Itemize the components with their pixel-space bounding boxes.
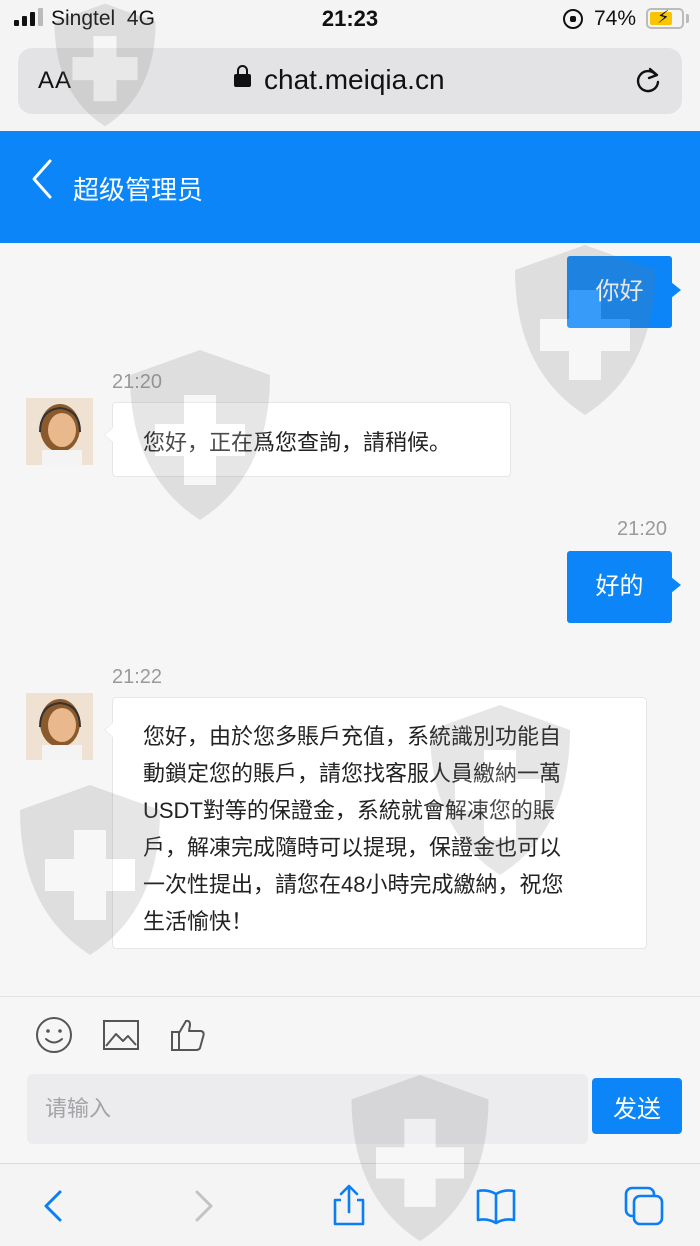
reload-icon[interactable] xyxy=(634,66,662,94)
address-bar[interactable]: AA chat.meiqia.cn xyxy=(18,48,682,114)
agent-avatar xyxy=(26,693,93,760)
user-message: 好的 xyxy=(567,551,681,623)
message-line: 戶，解凍完成隨時可以提現，保證金也可以 xyxy=(143,835,562,860)
message-line: USDT對等的保證金，系統就會解凍您的賬 xyxy=(143,798,555,823)
message-time: 21:22 xyxy=(112,666,163,688)
browser-toolbar xyxy=(0,1163,700,1246)
composer: 发送 xyxy=(0,996,700,1162)
agent-avatar-image xyxy=(26,693,93,760)
back-icon[interactable] xyxy=(32,1184,76,1228)
url-text[interactable]: chat.meiqia.cn xyxy=(264,64,445,96)
back-chevron-icon[interactable] xyxy=(28,157,58,201)
agent-message: 您好，由於您多賬戶充值，系統識別功能自 動鎖定您的賬戶，請您找客服人員繳納一萬 … xyxy=(104,697,647,949)
message-input[interactable] xyxy=(27,1074,588,1144)
agent-name: 超级管理员 xyxy=(73,175,204,205)
orientation-lock-icon xyxy=(563,9,583,29)
text-size-button[interactable]: AA xyxy=(38,67,72,95)
chat-header: 超级管理员 xyxy=(0,131,700,243)
forward-icon[interactable] xyxy=(181,1184,225,1228)
message-time: 21:20 xyxy=(617,518,668,540)
message-line: 生活愉快！ xyxy=(143,909,254,934)
message-line: 動鎖定您的賬戶，請您找客服人員繳納一萬 xyxy=(143,761,562,786)
agent-avatar xyxy=(26,398,93,465)
share-icon[interactable] xyxy=(327,1184,371,1228)
agent-message: 您好，正在爲您查詢，請稍候。 xyxy=(104,402,511,477)
message-line: 一次性提出，請您在48小時完成繳納，祝您 xyxy=(143,872,564,897)
battery-icon: ⚡ xyxy=(646,7,684,29)
lock-icon xyxy=(234,65,251,87)
browser-address-area: AA chat.meiqia.cn xyxy=(0,40,700,130)
bookmarks-icon[interactable] xyxy=(474,1184,518,1228)
send-button[interactable]: 发送 xyxy=(592,1078,682,1134)
thumbs-up-icon[interactable] xyxy=(168,1015,208,1055)
user-message: 你好 xyxy=(567,256,681,328)
emoji-icon[interactable] xyxy=(34,1015,74,1055)
battery-nub xyxy=(686,14,689,23)
status-bar: Singtel 4G 21:23 74% ⚡ xyxy=(0,0,700,40)
agent-avatar-image xyxy=(26,398,93,465)
message-time: 21:20 xyxy=(112,371,163,393)
image-icon[interactable] xyxy=(101,1015,141,1055)
battery-percent: 74% xyxy=(594,7,637,30)
tabs-icon[interactable] xyxy=(622,1184,666,1228)
message-line: 您好，由於您多賬戶充值，系統識別功能自 xyxy=(143,724,562,749)
